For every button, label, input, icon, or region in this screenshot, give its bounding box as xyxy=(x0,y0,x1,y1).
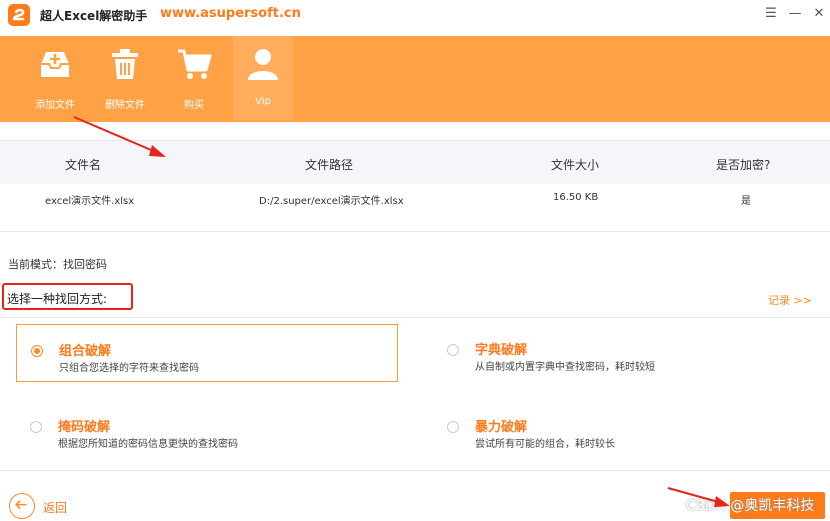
option-title: 掩码破解 xyxy=(58,420,111,435)
option-description: 根据您所知道的密码信息更快的查找密码 xyxy=(58,439,238,450)
divider xyxy=(0,231,830,232)
buy-button[interactable]: 购买 xyxy=(164,36,224,120)
option-brute-force-attack[interactable]: 暴力破解 尝试所有可能的组合，耗时较长 xyxy=(433,401,815,459)
radio-combination[interactable] xyxy=(31,345,43,357)
add-file-label: 添加文件 xyxy=(35,100,75,111)
file-table-header: 文件名 文件路径 文件大小 是否加密? xyxy=(0,140,830,184)
divider xyxy=(0,470,830,471)
vip-button[interactable]: Vip xyxy=(233,36,293,120)
option-description: 只组合您选择的字符来查找密码 xyxy=(59,363,199,374)
add-file-button[interactable]: 添加文件 xyxy=(25,36,85,120)
back-button[interactable]: 返回 xyxy=(43,499,67,516)
cell-filesize: 16.50 KB xyxy=(553,192,599,203)
radio-dictionary[interactable] xyxy=(447,344,459,356)
column-header-filepath: 文件路径 xyxy=(305,158,354,172)
choose-method-label: 选择一种找回方式: xyxy=(7,292,108,306)
delete-file-label: 删除文件 xyxy=(105,100,145,111)
menu-button[interactable]: ☰ xyxy=(762,5,780,23)
cell-encrypted: 是 xyxy=(741,196,751,207)
option-title: 字典破解 xyxy=(475,343,528,358)
back-arrow-icon[interactable] xyxy=(9,493,35,519)
buy-label: 购买 xyxy=(184,100,204,111)
column-header-filesize: 文件大小 xyxy=(551,158,600,172)
option-title: 组合破解 xyxy=(59,344,112,359)
title-bar: 超人Excel解密助手 www.asupersoft.cn ☰ — ✕ xyxy=(0,0,830,30)
minimize-button[interactable]: — xyxy=(786,5,804,23)
cell-filename: excel演示文件.xlsx xyxy=(45,196,135,207)
app-logo-icon xyxy=(8,4,30,26)
add-file-icon xyxy=(41,52,69,77)
option-description: 从自制或内置字典中查找密码，耗时较短 xyxy=(475,362,655,373)
watermark: CSDN @奥凯丰科技 xyxy=(686,498,815,514)
close-button[interactable]: ✕ xyxy=(810,5,828,23)
option-description: 尝试所有可能的组合，耗时较长 xyxy=(475,439,615,450)
cell-filepath: D:/2.super/excel演示文件.xlsx xyxy=(259,196,404,207)
column-header-encrypted: 是否加密? xyxy=(716,158,771,172)
app-window: 超人Excel解密助手 www.asupersoft.cn ☰ — ✕ 添加文件… xyxy=(0,0,830,521)
vip-label: Vip xyxy=(255,96,271,107)
records-link[interactable]: 记录 >> xyxy=(768,292,812,308)
table-row[interactable]: excel演示文件.xlsx D:/2.super/excel演示文件.xlsx… xyxy=(0,184,830,212)
app-title: 超人Excel解密助手 xyxy=(40,9,148,23)
cart-icon xyxy=(178,49,212,79)
website-link[interactable]: www.asupersoft.cn xyxy=(160,6,301,21)
current-mode-text: 当前模式：找回密码 xyxy=(8,258,107,271)
user-icon xyxy=(248,49,278,80)
divider xyxy=(0,317,830,318)
column-header-filename: 文件名 xyxy=(65,158,102,172)
option-dictionary-attack[interactable]: 字典破解 从自制或内置字典中查找密码，耗时较短 xyxy=(433,324,815,382)
delete-file-button[interactable]: 删除文件 xyxy=(95,36,155,120)
radio-brute-force[interactable] xyxy=(447,421,459,433)
toolbar: 添加文件 删除文件 购买 Vip xyxy=(0,36,830,122)
option-title: 暴力破解 xyxy=(475,420,528,435)
radio-mask[interactable] xyxy=(30,421,42,433)
option-mask-attack[interactable]: 掩码破解 根据您所知道的密码信息更快的查找密码 xyxy=(16,401,398,459)
trash-icon xyxy=(112,49,138,79)
option-combination-attack[interactable]: 组合破解 只组合您选择的字符来查找密码 xyxy=(16,324,398,382)
